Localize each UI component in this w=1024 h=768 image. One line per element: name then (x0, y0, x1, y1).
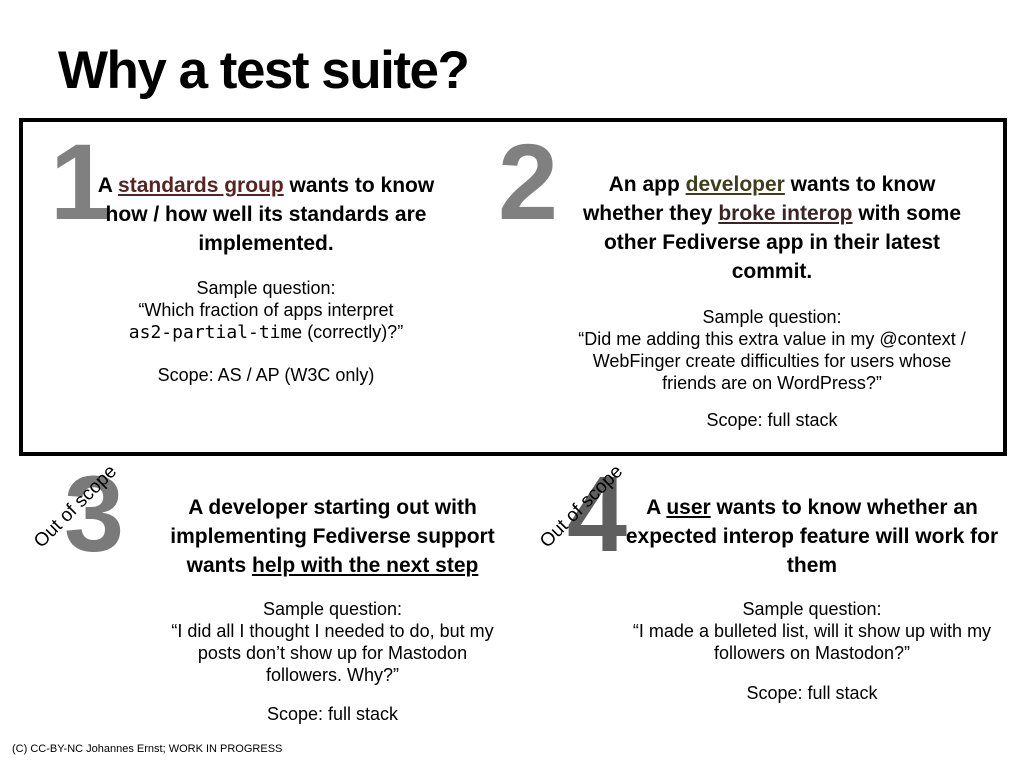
help-next-step-link[interactable]: help with the next step (252, 554, 478, 577)
quadrant-2-sample-question: “Did me adding this extra value in my @c… (578, 329, 966, 393)
quadrant-2-sample: Sample question: “Did me adding this ext… (572, 306, 972, 394)
quadrant-1-sample: Sample question: “Which fraction of apps… (96, 277, 436, 344)
standards-group-link[interactable]: standards group (118, 174, 284, 197)
quadrant-3-heading: A developer starting out with implementi… (140, 493, 525, 580)
copyright-footer: (C) CC-BY-NC Johannes Ernst; WORK IN PRO… (12, 743, 283, 755)
developer-link[interactable]: developer (686, 173, 785, 196)
broke-interop-link[interactable]: broke interop (718, 202, 852, 225)
quadrant-2-number: 2 (498, 121, 558, 242)
quadrant-2-heading-pre: An app (608, 173, 686, 196)
quadrant-4-heading: A user wants to know whether an expected… (624, 493, 1000, 580)
quadrant-1-heading-pre: A (97, 174, 119, 197)
quadrant-1-sample-question-post: (correctly)?” (302, 322, 404, 342)
quadrant-1-code: as2-partial-time (128, 322, 303, 343)
quadrant-3-sample-question: “I did all I thought I needed to do, but… (171, 621, 494, 685)
quadrant-4-sample-question: “I made a bulleted list, will it show up… (632, 621, 992, 663)
quadrant-2-sample-label: Sample question: (702, 307, 842, 327)
quadrant-4-sample-label: Sample question: (742, 599, 882, 619)
quadrant-3-sample: Sample question: “I did all I thought I … (160, 598, 505, 686)
quadrant-1-heading: A standards group wants to know how / ho… (96, 171, 436, 258)
quadrant-1-scope: Scope: AS / AP (W3C only) (157, 365, 375, 385)
quadrant-4-sample: Sample question: “I made a bulleted list… (620, 598, 1004, 664)
quadrant-4-heading-pre: A (646, 496, 667, 519)
quadrant-4-scope: Scope: full stack (746, 683, 878, 703)
quadrant-1-sample-question-pre: “Which fraction of apps interpret (138, 300, 394, 320)
quadrant-1-sample-question-code-line: as2-partial-time (correctly)?” (96, 321, 436, 344)
quadrant-3-scope: Scope: full stack (266, 704, 399, 724)
user-link[interactable]: user (666, 496, 710, 519)
quadrant-2-scope: Scope: full stack (706, 410, 838, 430)
quadrant-3-sample-label: Sample question: (262, 599, 403, 619)
quadrant-1-sample-label: Sample question: (196, 278, 336, 298)
quadrant-2-heading: An app developer wants to know whether t… (568, 170, 976, 286)
page-title: Why a test suite? (58, 41, 470, 100)
